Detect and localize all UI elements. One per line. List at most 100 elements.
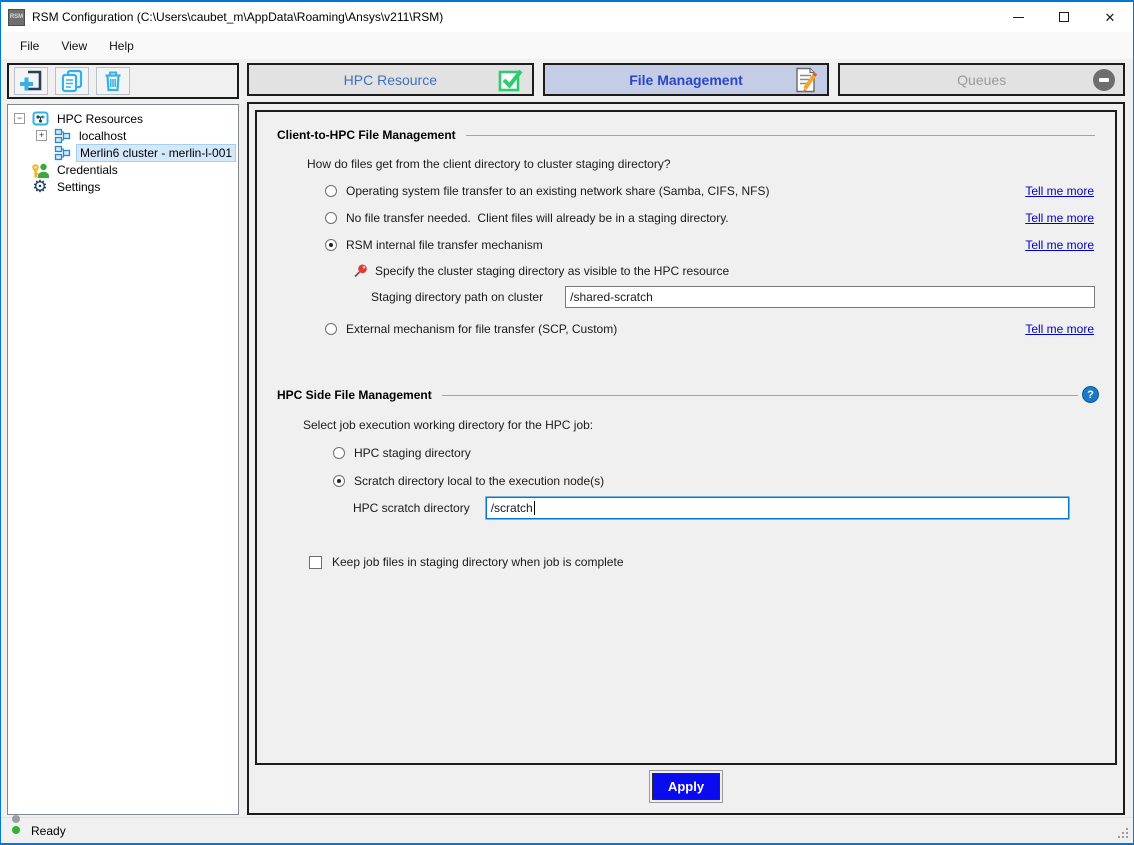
settings-gear-icon: ⚙ [31,179,49,195]
tree-spacer [14,181,25,192]
credentials-icon [31,162,49,178]
pushpin-icon [353,263,368,278]
option-rsm-internal: RSM internal file transfer mechanism Tel… [325,238,1099,252]
radio-scratch-local[interactable] [333,475,345,487]
client-section-title: Client-to-HPC File Management [273,128,456,142]
tree-item-localhost[interactable]: + localhost [8,127,238,144]
tab-label: File Management [629,72,743,88]
resource-tree: − HPC Resources + localhost [7,104,239,815]
radio-os-file-transfer[interactable] [325,185,337,197]
collapse-expander-icon[interactable]: − [14,113,25,124]
menu-help[interactable]: Help [98,35,145,57]
scratch-directory-row: HPC scratch directory /scratch [353,497,1099,519]
tree-item-hpc-resources[interactable]: − HPC Resources [8,110,238,127]
apply-row: Apply [255,765,1117,807]
duplicate-resource-icon [59,68,85,94]
client-question: How do files get from the client directo… [307,157,1099,171]
staging-directory-label: Staging directory path on cluster [371,290,543,304]
status-text: Ready [31,824,66,838]
menu-file[interactable]: File [9,35,50,57]
status-indicator-icon [12,815,20,834]
tree-item-credentials[interactable]: Credentials [8,161,238,178]
tree-spacer [36,147,47,158]
minimize-button[interactable] [995,2,1041,32]
option-no-transfer: No file transfer needed. Client files wi… [325,211,1099,225]
add-resource-button[interactable] [14,67,48,95]
delete-resource-icon [100,68,126,94]
radio-external-mechanism[interactable] [325,323,337,335]
option-hpc-staging: HPC staging directory [333,446,1099,460]
keep-files-checkbox[interactable] [309,556,322,569]
radio-label: HPC staging directory [354,446,471,460]
radio-label: RSM internal file transfer mechanism [346,238,543,252]
delete-resource-button[interactable] [96,67,130,95]
tree-item-settings[interactable]: ⚙ Settings [8,178,238,195]
tell-me-more-link-2[interactable]: Tell me more [1025,211,1094,225]
tree-label-selected[interactable]: Merlin6 cluster - merlin-l-001 [76,144,236,162]
duplicate-resource-button[interactable] [55,67,89,95]
apply-button[interactable]: Apply [652,773,720,800]
tree-label[interactable]: localhost [76,128,129,144]
menu-view[interactable]: View [50,35,98,57]
pin-note-row: Specify the cluster staging directory as… [353,263,1099,278]
right-panel: HPC Resource File Management Queues [239,59,1133,817]
scratch-directory-value: /scratch [491,501,533,515]
tab-queues[interactable]: Queues [838,63,1125,96]
hpc-section-title: HPC Side File Management [273,388,432,402]
option-os-file-transfer: Operating system file transfer to an exi… [325,184,1099,198]
radio-hpc-staging[interactable] [333,447,345,459]
titlebar: RSM RSM Configuration (C:\Users\caubet_m… [1,2,1133,32]
staging-directory-input[interactable]: /shared-scratch [565,286,1095,308]
tell-me-more-link-4[interactable]: Tell me more [1025,322,1094,336]
tab-file-management[interactable]: File Management [543,63,830,96]
client-section-header: Client-to-HPC File Management [273,128,1099,142]
scratch-directory-input[interactable]: /scratch [486,497,1069,519]
pin-note-text: Specify the cluster staging directory as… [375,264,729,278]
tab-label: Queues [957,72,1006,88]
option-scratch-local: Scratch directory local to the execution… [333,474,1099,488]
app-icon: RSM [8,9,25,26]
left-panel: − HPC Resources + localhost [1,59,239,817]
tree-label[interactable]: Credentials [54,162,121,178]
file-management-content: Client-to-HPC File Management How do fil… [255,110,1117,765]
radio-label: No file transfer needed. Client files wi… [346,211,729,225]
hpc-resources-icon [31,111,49,127]
tell-me-more-link-1[interactable]: Tell me more [1025,184,1094,198]
green-check-icon [496,66,524,94]
maximize-button[interactable] [1041,2,1087,32]
tree-spacer [14,164,25,175]
cluster-icon [53,128,71,144]
tree-label[interactable]: HPC Resources [54,111,146,127]
close-button[interactable]: ✕ [1087,2,1133,32]
radio-no-transfer[interactable] [325,212,337,224]
keep-files-row: Keep job files in staging directory when… [309,555,1099,569]
option-external-mechanism: External mechanism for file transfer (SC… [325,322,1099,336]
tab-hpc-resource[interactable]: HPC Resource [247,63,534,96]
edit-document-icon [792,66,819,93]
minimize-icon [1013,17,1024,18]
scratch-directory-label: HPC scratch directory [353,501,470,515]
maximize-icon [1059,12,1069,22]
main-area: − HPC Resources + localhost [1,59,1133,817]
apply-button-frame: Apply [649,770,723,803]
tab-label: HPC Resource [344,72,437,88]
help-icon[interactable]: ? [1082,386,1099,403]
tree-label[interactable]: Settings [54,179,103,195]
tell-me-more-link-3[interactable]: Tell me more [1025,238,1094,252]
staging-directory-value: /shared-scratch [570,290,653,304]
staging-directory-row: Staging directory path on cluster /share… [371,286,1099,308]
resize-grip[interactable] [1126,836,1128,838]
cluster-icon [53,145,71,161]
expand-expander-icon[interactable]: + [36,130,47,141]
add-resource-icon [18,68,44,94]
hpc-section-header: HPC Side File Management ? [273,386,1099,403]
rsm-configuration-window: RSM RSM Configuration (C:\Users\caubet_m… [0,0,1134,845]
resource-toolbar [7,63,239,99]
radio-rsm-internal[interactable] [325,239,337,251]
radio-label: Scratch directory local to the execution… [354,474,604,488]
hpc-question: Select job execution working directory f… [303,418,1099,432]
tree-item-merlin6-cluster[interactable]: Merlin6 cluster - merlin-l-001 [8,144,238,161]
section-tabs: HPC Resource File Management Queues [247,63,1125,96]
divider [466,135,1095,136]
keep-files-label: Keep job files in staging directory when… [332,555,624,569]
